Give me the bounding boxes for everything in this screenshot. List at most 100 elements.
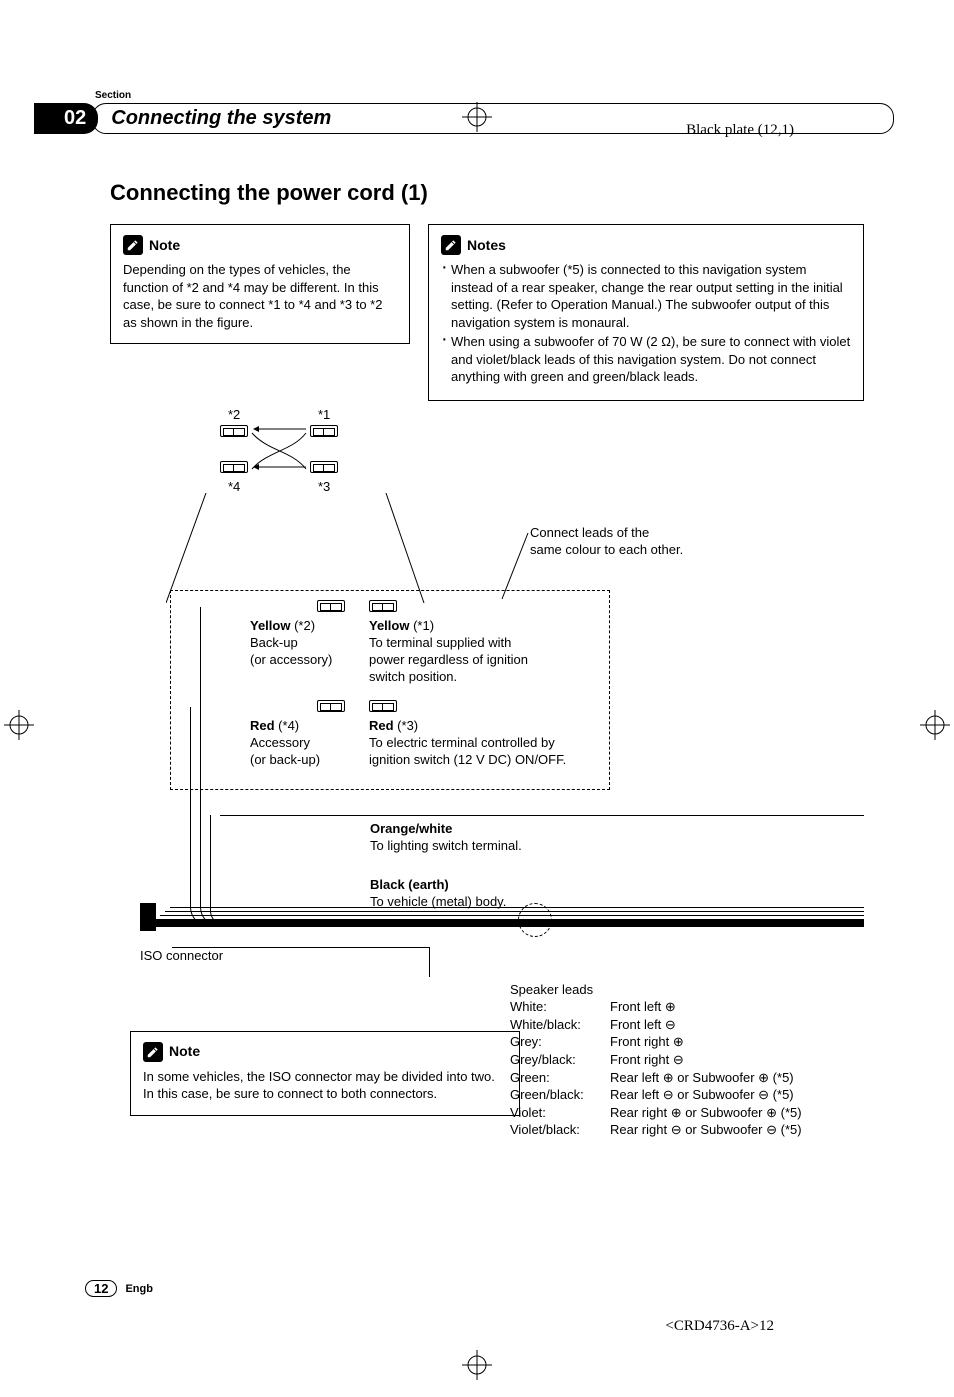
lead-note: Connect leads of the same colour to each… (530, 525, 683, 559)
wire-desc: switch position. (369, 669, 569, 686)
wire-line (220, 815, 864, 816)
page-title: Connecting the power cord (1) (110, 180, 894, 206)
mini-label: *4 (228, 479, 240, 494)
note-text: In some vehicles, the ISO connector may … (143, 1068, 507, 1103)
cross-arrows-icon (248, 423, 310, 479)
table-row: White/black:Front left ⊖ (510, 1016, 802, 1034)
pencil-icon (441, 235, 461, 255)
wire-color: Yellow (250, 618, 290, 633)
mini-label: *2 (228, 407, 240, 422)
connector-icon (369, 700, 397, 712)
note-heading: Note (169, 1042, 200, 1061)
wire-color: Black (earth) (370, 877, 449, 892)
section-number-badge: 02 (34, 103, 98, 134)
pencil-icon (123, 235, 143, 255)
table-row: Violet:Rear right ⊕ or Subwoofer ⊕ (*5) (510, 1104, 802, 1122)
wire-ref: (*4) (275, 718, 300, 733)
wire-color: Red (250, 718, 275, 733)
speaker-leads-heading: Speaker leads (510, 981, 802, 999)
connector-icon (317, 600, 345, 612)
document-id: <CRD4736-A>12 (665, 1318, 774, 1335)
spk-val: Rear left ⊕ or Subwoofer ⊕ (*5) (610, 1069, 794, 1087)
spk-color: Grey/black: (510, 1051, 610, 1069)
connector-icon (310, 461, 338, 473)
pencil-icon (143, 1042, 163, 1062)
title-bar: 02 Connecting the system (60, 103, 894, 134)
page-number: 12 (85, 1280, 117, 1297)
wire-color: Red (369, 718, 394, 733)
wire-ref: (*2) (290, 618, 315, 633)
wire-color: Yellow (369, 618, 409, 633)
speaker-leads-table: Speaker leads White:Front left ⊕ White/b… (510, 981, 802, 1139)
wiring-diagram: *2 *1 *4 *3 (110, 395, 864, 1065)
curve-line (400, 947, 430, 977)
connector-icon (310, 425, 338, 437)
wire-pair-yellow: Yellow (*2) Back-up (or accessory) Yello… (250, 600, 569, 686)
wire-ref: (*1) (409, 618, 434, 633)
wire-desc: To vehicle (metal) body. (370, 894, 506, 911)
mini-label: *1 (318, 407, 330, 422)
note-box-top-right: Notes When a subwoofer (*5) is connected… (428, 224, 864, 401)
curve-line (190, 707, 250, 927)
notes-heading: Notes (467, 236, 506, 255)
table-row: Green/black:Rear left ⊖ or Subwoofer ⊖ (… (510, 1086, 802, 1104)
wire-desc: power regardless of ignition (369, 652, 569, 669)
dashed-circle-icon (518, 903, 552, 937)
note-heading: Note (149, 236, 180, 255)
wire-desc: Back-up (250, 635, 345, 652)
mini-label: *3 (318, 479, 330, 494)
spk-val: Front right ⊕ (610, 1033, 684, 1051)
lead-note-line: Connect leads of the (530, 525, 683, 542)
wire-desc: To terminal supplied with (369, 635, 569, 652)
iso-connector-label: ISO connector (140, 948, 223, 963)
language-code: Engb (125, 1283, 153, 1295)
spk-val: Rear right ⊖ or Subwoofer ⊖ (*5) (610, 1121, 802, 1139)
wire-desc: (or accessory) (250, 652, 345, 669)
page-footer: 12 Engb (85, 1280, 153, 1297)
table-row: Grey/black:Front right ⊖ (510, 1051, 802, 1069)
wire-ref: (*3) (394, 718, 419, 733)
wire-line (160, 915, 864, 916)
table-row: Green:Rear left ⊕ or Subwoofer ⊕ (*5) (510, 1069, 802, 1087)
table-row: Violet/black:Rear right ⊖ or Subwoofer ⊖… (510, 1121, 802, 1139)
spk-color: Green: (510, 1069, 610, 1087)
wire-desc: To lighting switch terminal. (370, 838, 522, 855)
spk-val: Front right ⊖ (610, 1051, 684, 1069)
wire-desc: (or back-up) (250, 752, 345, 769)
spk-color: Grey: (510, 1033, 610, 1051)
mini-figure: *2 *1 *4 *3 (206, 407, 376, 497)
wire-line (170, 907, 864, 908)
crop-mark-right (920, 710, 950, 745)
note-text: Depending on the types of vehicles, the … (123, 261, 397, 331)
wire-line (165, 911, 864, 912)
earth-line (155, 919, 864, 927)
note-box-top-left: Note Depending on the types of vehicles,… (110, 224, 410, 344)
wire-black-earth: Black (earth) To vehicle (metal) body. (370, 877, 506, 911)
spk-color: White: (510, 998, 610, 1016)
table-row: Grey:Front right ⊕ (510, 1033, 802, 1051)
table-row: White:Front left ⊕ (510, 998, 802, 1016)
connector-icon (220, 425, 248, 437)
wire-color: Orange/white (370, 821, 452, 836)
connector-icon (220, 461, 248, 473)
crop-mark-left (4, 710, 34, 745)
connector-icon (317, 700, 345, 712)
iso-connector-block (140, 903, 156, 931)
wire-desc: ignition switch (12 V DC) ON/OFF. (369, 752, 569, 769)
wire-desc: To electric terminal controlled by (369, 735, 569, 752)
section-label: Section (95, 90, 894, 101)
note-bullet: When a subwoofer (*5) is connected to th… (441, 261, 851, 331)
wire-desc: Accessory (250, 735, 345, 752)
lead-note-line: same colour to each other. (530, 542, 683, 559)
spk-color: Violet/black: (510, 1121, 610, 1139)
note-bullet: When using a subwoofer of 70 W (2 Ω), be… (441, 333, 851, 386)
spk-val: Rear right ⊕ or Subwoofer ⊕ (*5) (610, 1104, 802, 1122)
wire-orange-white: Orange/white To lighting switch terminal… (370, 821, 522, 855)
crop-mark-bottom (462, 1350, 492, 1385)
spk-val: Front left ⊕ (610, 998, 676, 1016)
connector-icon (369, 600, 397, 612)
spk-val: Rear left ⊖ or Subwoofer ⊖ (*5) (610, 1086, 794, 1104)
section-title: Connecting the system (92, 103, 894, 134)
spk-val: Front left ⊖ (610, 1016, 676, 1034)
spk-color: Green/black: (510, 1086, 610, 1104)
